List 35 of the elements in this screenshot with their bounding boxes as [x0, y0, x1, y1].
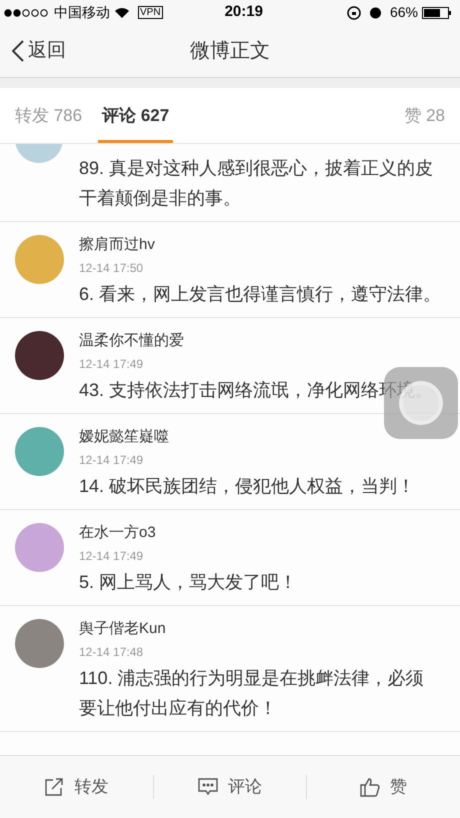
- avatar[interactable]: [15, 331, 64, 380]
- rotation-lock-icon: [346, 6, 361, 20]
- carrier-name: 中国移动: [54, 3, 110, 22]
- comment-text: 89. 真是对这种人感到很恶心，披着正义的皮干着颠倒是非的事。: [79, 157, 434, 210]
- user-name[interactable]: 擦肩而过hv: [79, 235, 155, 255]
- comment-time: 12-14 17:50: [79, 260, 144, 277]
- user-name[interactable]: 舆子偕老Kun: [79, 619, 166, 639]
- user-name[interactable]: 温柔你不懂的爱: [79, 331, 184, 351]
- comment-time: 12-14 17:49: [79, 548, 144, 565]
- user-name[interactable]: 在水一方o3: [79, 523, 156, 543]
- tab[interactable]: 评论 627: [102, 88, 170, 143]
- toolbar-button[interactable]: 评论: [154, 774, 306, 800]
- comment-time: 12-14 17:49: [79, 356, 144, 373]
- chevron-left-icon: [12, 40, 24, 62]
- clock-time: 20:19: [224, 2, 263, 22]
- comment-text: 43. 支持依法打击网络流氓，净化网络环境。: [79, 379, 434, 402]
- toolbar-button[interactable]: 转发: [0, 774, 153, 800]
- battery-icon: [422, 6, 452, 18]
- back-button[interactable]: 返回: [0, 36, 66, 66]
- user-name[interactable]: 嫒妮懿笙嶷噬: [79, 427, 169, 447]
- page-title: 微博正文: [190, 39, 270, 64]
- comment-text: 5. 网上骂人，骂大发了吧！: [79, 571, 298, 594]
- comment-time: 12-14 17:49: [79, 452, 144, 469]
- signal-icon: [4, 8, 50, 16]
- comment-time: 12-14 17:48: [79, 644, 144, 661]
- toolbar-button[interactable]: 赞: [307, 774, 460, 800]
- wifi-icon: [114, 6, 130, 18]
- comment-icon: [198, 778, 218, 796]
- battery-percent: 66%: [390, 3, 418, 22]
- vpn-badge: VPN: [138, 6, 163, 19]
- comment-text: 110. 浦志强的行为明显是在挑衅法律，必须要让他付出应有的代价！: [79, 667, 425, 720]
- thumbs-up-icon: [360, 777, 380, 797]
- comment-text: 14. 破坏民族团结，侵犯他人权益，当判！: [79, 475, 416, 498]
- comment-text: 6. 看来，网上发言也得谨言慎行，遵守法律。: [79, 283, 441, 306]
- share-icon: [44, 777, 64, 797]
